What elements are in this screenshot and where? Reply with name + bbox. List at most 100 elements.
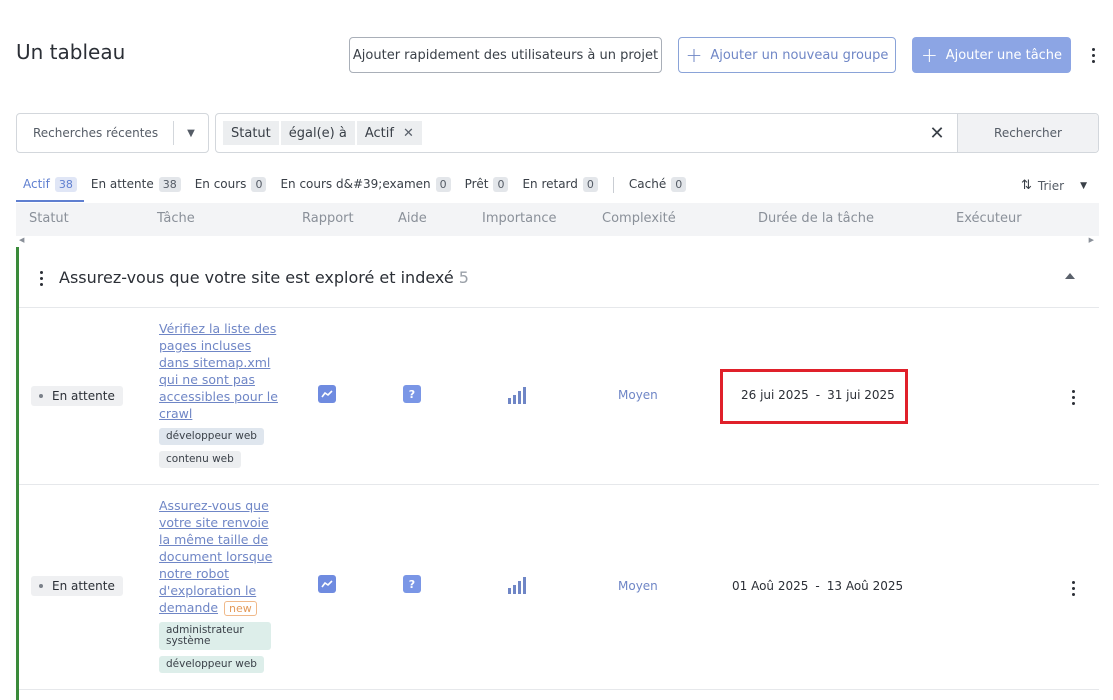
sort-icon: ⇅	[1021, 178, 1032, 193]
plus-icon: +	[685, 43, 703, 67]
importance-bars-icon	[508, 577, 526, 594]
status-badge[interactable]: En attente	[31, 386, 123, 406]
task-cell: Assurez-vous que votre site renvoie la m…	[159, 497, 279, 673]
tab-label: Actif	[23, 177, 50, 191]
chevron-down-icon[interactable]: ▼	[174, 128, 208, 139]
task-cell: Vérifiez la liste des pages incluses dan…	[159, 320, 279, 468]
tab-count-badge: 0	[251, 177, 267, 192]
tab-pret[interactable]: Prêt 0	[458, 170, 516, 202]
column-header-statut[interactable]: Statut	[29, 211, 69, 226]
status-dot-icon	[39, 394, 43, 398]
date-separator: -	[815, 579, 820, 593]
chevron-down-icon: ▼	[1080, 180, 1087, 191]
tab-label: En cours d&#39;examen	[280, 177, 431, 191]
tab-label: Prêt	[464, 177, 489, 191]
tab-label: En retard	[522, 177, 578, 191]
report-chart-icon[interactable]	[318, 385, 336, 403]
add-task-label: Ajouter une tâche	[945, 47, 1063, 63]
add-group-label: Ajouter un nouveau groupe	[710, 47, 889, 63]
tab-count-badge: 0	[582, 177, 598, 192]
row-more-menu-icon[interactable]	[1065, 390, 1081, 405]
recent-searches-dropdown[interactable]: Recherches récentes ▼	[16, 113, 209, 153]
filter-value-label: Actif	[364, 125, 394, 141]
tab-cache[interactable]: Caché 0	[622, 170, 693, 202]
tab-divider	[612, 177, 614, 193]
help-icon[interactable]: ?	[403, 575, 421, 593]
filter-value-chip[interactable]: Actif ✕	[356, 121, 422, 145]
page-more-menu-icon[interactable]	[1085, 48, 1101, 63]
start-date: 01 Aoû 2025	[732, 579, 809, 593]
filter-bar[interactable]: Statut égal(e) à Actif ✕ ✕ Rechercher	[215, 113, 1099, 153]
end-date: 13 Aoû 2025	[826, 579, 904, 593]
date-separator: -	[815, 388, 821, 402]
sort-dropdown[interactable]: ⇅ Trier ▼	[1021, 178, 1087, 193]
tab-actif[interactable]: Actif 38	[16, 170, 84, 202]
task-tag: développeur web	[159, 428, 264, 445]
tab-en-retard[interactable]: En retard 0	[515, 170, 604, 202]
clear-filters-icon[interactable]: ✕	[917, 123, 957, 144]
scroll-right-icon[interactable]: ▶	[1089, 236, 1094, 244]
group-title: Assurez-vous que votre site est exploré …	[59, 268, 469, 287]
task-duration[interactable]: 26 jui 2025-31 jui 2025	[741, 388, 895, 402]
column-header-rapport[interactable]: Rapport	[302, 211, 354, 226]
task-duration[interactable]: 01 Aoû 2025-13 Aoû 2025	[732, 579, 903, 593]
task-link-text: Assurez-vous que votre site renvoie la m…	[159, 498, 273, 615]
tab-en-attente[interactable]: En attente 38	[84, 170, 188, 202]
task-tag: développeur web	[159, 656, 264, 673]
column-header-aide[interactable]: Aide	[398, 211, 427, 226]
quick-add-users-button[interactable]: Ajouter rapidement des utilisateurs à un…	[349, 37, 662, 73]
report-chart-icon[interactable]	[318, 575, 336, 593]
add-task-button[interactable]: + Ajouter une tâche	[912, 37, 1071, 73]
task-link[interactable]: Assurez-vous que votre site renvoie la m…	[159, 497, 279, 616]
table-row: En attente Vérifiez la liste des pages i…	[19, 308, 1099, 485]
row-more-menu-icon[interactable]	[1065, 581, 1081, 596]
horizontal-scrollbar[interactable]: ◀ ▶	[16, 236, 1099, 246]
column-header-executeur[interactable]: Exécuteur	[956, 211, 1022, 226]
remove-filter-icon[interactable]: ✕	[403, 126, 414, 141]
plus-icon: +	[920, 43, 938, 67]
tab-en-cours[interactable]: En cours 0	[188, 170, 274, 202]
tab-count-badge: 0	[493, 177, 509, 192]
column-header-importance[interactable]: Importance	[482, 211, 557, 226]
status-tabs: Actif 38 En attente 38 En cours 0 En cou…	[16, 170, 693, 202]
start-date: 26 jui 2025	[741, 388, 809, 402]
status-dot-icon	[39, 584, 43, 588]
tab-count-badge: 0	[435, 177, 451, 192]
tab-en-cours-examen[interactable]: En cours d&#39;examen 0	[273, 170, 457, 202]
search-button[interactable]: Rechercher	[957, 114, 1098, 152]
column-header-tache[interactable]: Tâche	[157, 211, 195, 226]
column-header-complexite[interactable]: Complexité	[602, 211, 676, 226]
column-header-duree[interactable]: Durée de la tâche	[758, 211, 874, 226]
help-icon[interactable]: ?	[403, 385, 421, 403]
filter-operator-chip[interactable]: égal(e) à	[280, 121, 355, 145]
end-date: 31 jui 2025	[827, 388, 895, 402]
sort-label: Trier	[1037, 178, 1065, 193]
importance-bars-icon	[508, 387, 526, 404]
add-group-button[interactable]: + Ajouter un nouveau groupe	[678, 37, 896, 73]
tab-label: Caché	[628, 177, 667, 191]
filter-field-chip[interactable]: Statut	[223, 121, 279, 145]
scroll-left-icon[interactable]: ◀	[19, 236, 24, 244]
status-badge[interactable]: En attente	[31, 576, 123, 596]
group-title-text: Assurez-vous que votre site est exploré …	[59, 268, 454, 287]
task-tag: administrateur système	[159, 622, 271, 650]
complexity-value: Moyen	[618, 388, 658, 402]
status-label: En attente	[52, 579, 115, 593]
page-title: Un tableau	[16, 40, 126, 64]
group-count: 5	[458, 268, 469, 287]
tab-count-badge: 38	[158, 177, 181, 192]
task-tag: contenu web	[159, 451, 241, 468]
table-row: En attente Assurez-vous que votre site r…	[19, 485, 1099, 690]
table-header: Statut Tâche Rapport Aide Importance Com…	[16, 203, 1099, 236]
group-more-menu-icon[interactable]	[33, 271, 49, 286]
tab-label: En attente	[90, 177, 154, 191]
complexity-value: Moyen	[618, 579, 658, 593]
status-label: En attente	[52, 389, 115, 403]
recent-searches-label: Recherches récentes	[33, 126, 159, 140]
collapse-group-icon[interactable]	[1065, 273, 1075, 279]
tab-label: En cours	[194, 177, 247, 191]
task-link[interactable]: Vérifiez la liste des pages incluses dan…	[159, 320, 279, 422]
tab-count-badge: 38	[54, 177, 77, 192]
tab-count-badge: 0	[671, 177, 687, 192]
group-header: Assurez-vous que votre site est exploré …	[19, 247, 1099, 308]
